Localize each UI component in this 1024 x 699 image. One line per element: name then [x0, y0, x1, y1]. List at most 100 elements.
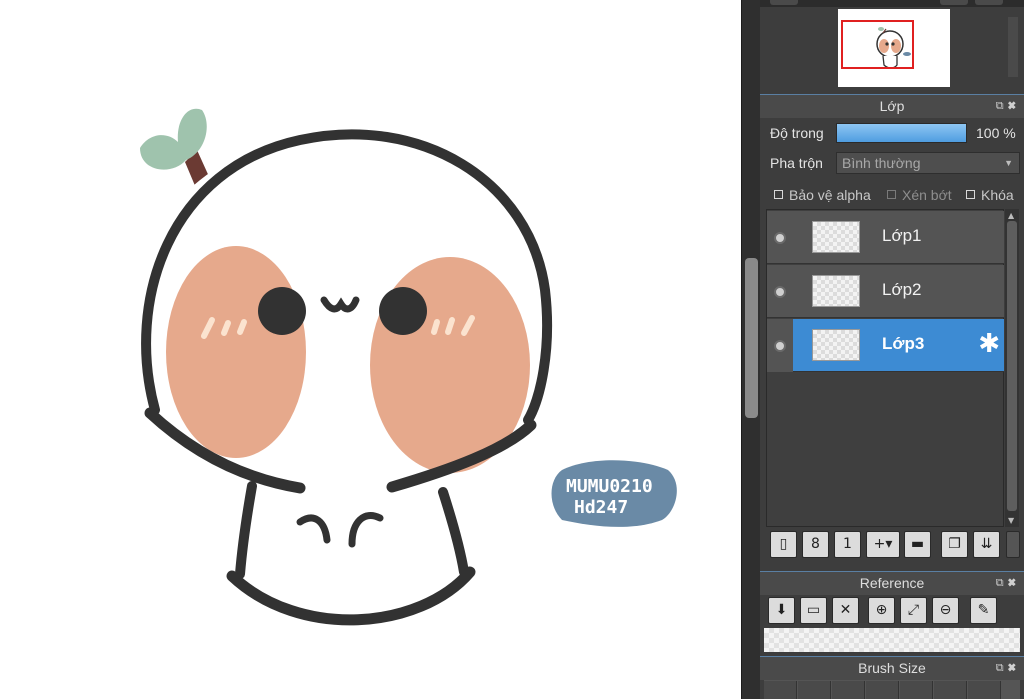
- new-8bit-layer-icon: 8: [811, 536, 820, 552]
- fit-button[interactable]: ⤢: [900, 597, 927, 624]
- panel-header-controls[interactable]: ⧉✖: [996, 572, 1020, 594]
- new-1bit-layer-icon: 1: [843, 536, 852, 552]
- clipping-label: Xén bớt: [902, 187, 952, 203]
- layer-thumbnail: [812, 329, 860, 361]
- right-hand: [348, 512, 384, 548]
- scroll-down-icon[interactable]: ▼: [1008, 516, 1014, 525]
- new-1bit-layer-button[interactable]: 1: [834, 531, 861, 558]
- new-layer-icon: ▯: [779, 536, 788, 552]
- scroll-up-icon[interactable]: ▲: [1008, 211, 1014, 220]
- tool-tab[interactable]: [770, 0, 798, 5]
- brush-size-cell[interactable]: [934, 681, 967, 699]
- signature-line-2: Hd247: [574, 497, 628, 518]
- layer-list-scrollbar[interactable]: ▲ ▼: [1005, 209, 1019, 527]
- gear-icon[interactable]: ✱: [978, 330, 1000, 358]
- opacity-row: Độ trong 100 %: [760, 120, 1024, 148]
- blend-label: Pha trộn: [770, 155, 823, 171]
- brush-size-cell[interactable]: [900, 681, 933, 699]
- top-tool-strip: [760, 0, 1024, 7]
- chevron-down-icon: ▼: [1004, 158, 1013, 168]
- brush-size-cell[interactable]: [968, 681, 1001, 699]
- tool-tab[interactable]: [975, 0, 1003, 5]
- blend-mode-value: Bình thường: [842, 155, 921, 171]
- close-panel-icon[interactable]: ✖: [1008, 100, 1020, 112]
- close-panel-icon[interactable]: ✖: [1008, 662, 1020, 674]
- brush-size-cell[interactable]: [866, 681, 899, 699]
- navigator-panel[interactable]: [760, 7, 1024, 89]
- detach-icon[interactable]: ⧉: [996, 100, 1008, 112]
- close-icon: ✕: [839, 602, 852, 618]
- left-eye: [258, 287, 306, 335]
- merge-layer-button[interactable]: ⇊: [973, 531, 1000, 558]
- brush-size-cell[interactable]: [764, 681, 797, 699]
- layer-row-3-eye-cell[interactable]: [767, 319, 793, 372]
- tool-tab[interactable]: [940, 0, 968, 5]
- close-panel-icon[interactable]: ✖: [1008, 577, 1020, 589]
- layer-row-3[interactable]: Lớp3 ✱: [793, 319, 1004, 372]
- detach-icon[interactable]: ⧉: [996, 577, 1008, 589]
- checkbox-icon: [774, 190, 783, 199]
- layer-scroll-thumb[interactable]: [1007, 221, 1017, 511]
- reference-preview[interactable]: [764, 628, 1020, 652]
- clipping-checkbox[interactable]: Xén bớt: [887, 187, 952, 203]
- zoom-out-button[interactable]: ⊖: [932, 597, 959, 624]
- navigator-scrollbar[interactable]: [1008, 17, 1018, 77]
- panel-header-controls[interactable]: ⧉✖: [996, 95, 1020, 117]
- opacity-slider[interactable]: [836, 123, 967, 143]
- close-reference-button[interactable]: ✕: [832, 597, 859, 624]
- layer-list: Lớp1 Lớp2 Lớp3 ✱: [766, 209, 1004, 527]
- layer-name: Lớp1: [882, 226, 922, 245]
- duplicate-layer-button[interactable]: ❐: [941, 531, 968, 558]
- layer-thumbnail: [812, 221, 860, 253]
- zoom-out-icon: ⊖: [939, 602, 952, 618]
- detach-icon[interactable]: ⧉: [996, 662, 1008, 674]
- new-8bit-layer-button[interactable]: 8: [802, 531, 829, 558]
- merge-layer-icon: ⇊: [980, 536, 993, 552]
- layer-toolbar: ▯ 8 1 +▾ ▬ ❐ ⇊: [770, 531, 1024, 559]
- folder-icon: ▬: [910, 536, 925, 552]
- eyedropper-icon: ✎: [977, 602, 990, 618]
- brush-size-cell[interactable]: [832, 681, 865, 699]
- new-folder-button[interactable]: ▬: [904, 531, 931, 558]
- toolbar-overflow[interactable]: [1006, 531, 1020, 558]
- signature-line-1: MUMU0210: [566, 476, 653, 497]
- load-canvas-icon: ⬇: [775, 602, 788, 618]
- canvas-vertical-scrollbar[interactable]: [741, 0, 760, 699]
- panel-header-controls[interactable]: ⧉✖: [996, 657, 1020, 679]
- body-bottom: [226, 566, 476, 626]
- right-eye: [379, 287, 427, 335]
- brush-size-panel-title: Brush Size: [858, 660, 926, 676]
- left-hand: [296, 514, 331, 544]
- layer-panel-title: Lớp: [879, 98, 905, 114]
- reference-panel-header: Reference ⧉✖: [760, 571, 1024, 595]
- layer-row-2[interactable]: Lớp2: [767, 265, 1004, 318]
- add-layer-dropdown-button[interactable]: +▾: [866, 531, 900, 558]
- blend-mode-select[interactable]: Bình thường ▼: [836, 152, 1020, 174]
- opacity-label: Độ trong: [770, 125, 824, 141]
- eyedropper-button[interactable]: ✎: [970, 597, 997, 624]
- scrollbar-thumb[interactable]: [745, 258, 758, 418]
- load-canvas-button[interactable]: ⬇: [768, 597, 795, 624]
- open-file-icon: ▭: [806, 602, 821, 618]
- layer-row-1[interactable]: Lớp1: [767, 211, 1004, 264]
- navigator-view-frame[interactable]: [841, 20, 914, 69]
- visibility-toggle[interactable]: [774, 340, 786, 352]
- checkbox-icon: [887, 190, 896, 199]
- zoom-in-icon: ⊕: [875, 602, 888, 618]
- visibility-toggle[interactable]: [774, 232, 786, 244]
- visibility-toggle[interactable]: [774, 286, 786, 298]
- navigator-thumbnail[interactable]: [838, 9, 950, 87]
- character-illustration: MUMU0210 Hd247: [140, 108, 677, 626]
- right-panel: Lớp ⧉✖ Độ trong 100 % Pha trộn Bình thườ…: [760, 0, 1024, 699]
- lock-checkbox[interactable]: Khóa: [966, 187, 1014, 203]
- brush-size-cell[interactable]: [798, 681, 831, 699]
- fit-icon: ⤢: [907, 602, 920, 618]
- add-layer-dropdown-icon: +▾: [873, 536, 893, 552]
- drawing-canvas[interactable]: MUMU0210 Hd247: [0, 0, 741, 699]
- duplicate-layer-icon: ❐: [948, 536, 961, 552]
- open-file-button[interactable]: ▭: [800, 597, 827, 624]
- lock-label: Khóa: [981, 187, 1014, 203]
- zoom-in-button[interactable]: ⊕: [868, 597, 895, 624]
- new-layer-button[interactable]: ▯: [770, 531, 797, 558]
- protect-alpha-checkbox[interactable]: Bảo vệ alpha: [774, 187, 871, 203]
